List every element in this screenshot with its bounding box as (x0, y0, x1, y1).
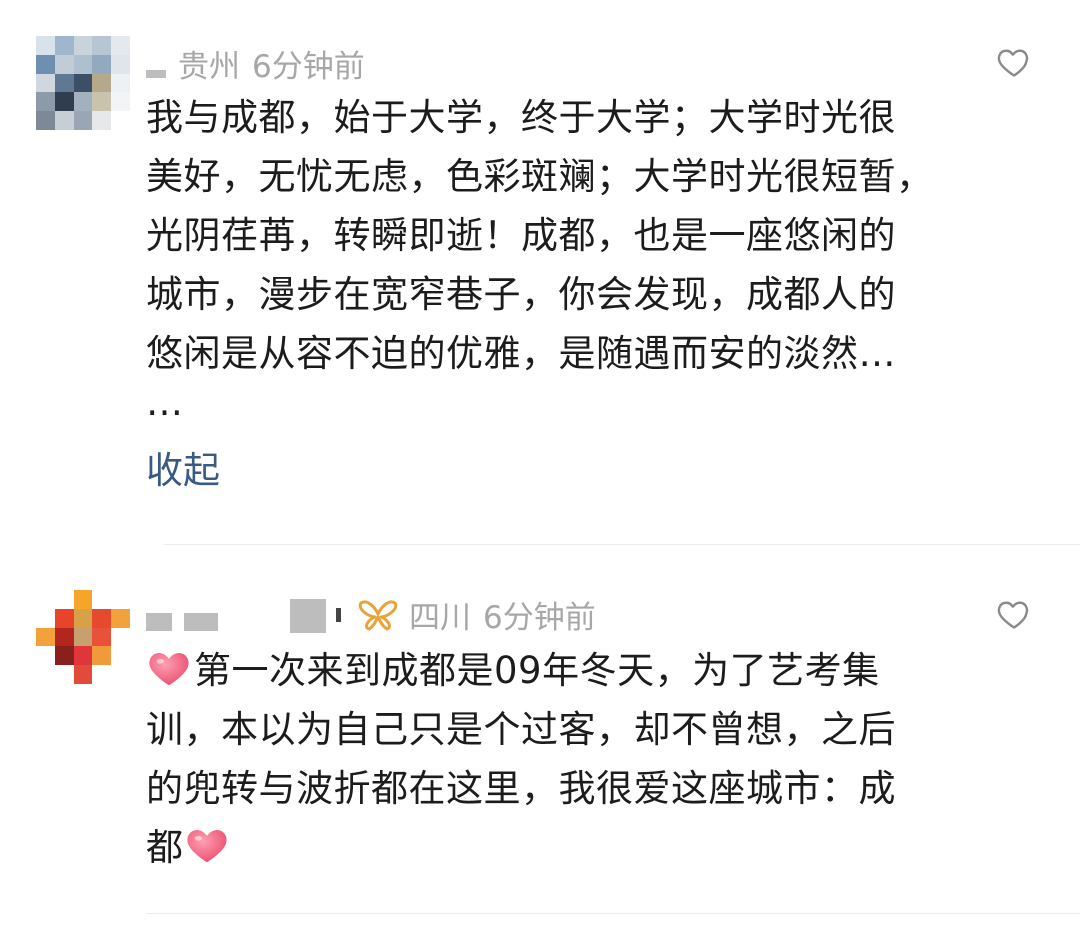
blurred-username (146, 70, 166, 78)
comment-line: 光阴荏苒，转瞬即逝！成都，也是一座悠闲的 (146, 214, 896, 257)
blurred-username (146, 613, 172, 631)
comment-line: 第一次来到成都是09年冬天，为了艺考集 (146, 641, 1016, 700)
comment-line: 美好，无忧无虑，色彩斑斓；大学时光很短暂， (146, 155, 934, 198)
comment-line-text: 第一次来到成都是09年冬天，为了艺考集 (194, 649, 880, 692)
comment-line: 都 (146, 818, 1016, 877)
comment-line-text: 都 (146, 826, 184, 869)
comment-line: 悠闲是从容不迫的优雅，是随遇而安的淡然… (146, 332, 896, 375)
comment-line: 训，本以为自己只是个过客，却不曾想，之后 (146, 708, 896, 751)
region-label: 四川 (409, 599, 471, 636)
like-heart-icon[interactable] (996, 44, 1032, 80)
comment-meta: 贵州 6分钟前 (146, 38, 365, 88)
blurred-username (184, 613, 218, 631)
region-label: 贵州 (178, 48, 240, 85)
pink-heart-emoji-icon (149, 653, 189, 686)
blurred-username (336, 608, 341, 622)
collapse-link[interactable]: 收起 (146, 440, 220, 494)
comment-meta: 四川 6分钟前 (146, 589, 596, 639)
avatar[interactable] (36, 590, 130, 684)
divider (164, 544, 1080, 545)
avatar[interactable] (36, 36, 130, 130)
timestamp: 6分钟前 (483, 599, 596, 636)
ribbon-badge-icon (358, 600, 398, 631)
like-heart-icon[interactable] (996, 596, 1032, 632)
comment-text: 第一次来到成都是09年冬天，为了艺考集 训，本以为自己只是个过客，却不曾想，之后… (146, 641, 1016, 877)
comment-line: … (146, 381, 184, 424)
comment-line: 的兜转与波折都在这里，我很爱这座城市：成 (146, 767, 896, 810)
blurred-username (290, 599, 326, 633)
comment-line: 我与成都，始于大学，终于大学；大学时光很 (146, 96, 896, 139)
timestamp: 6分钟前 (252, 48, 365, 85)
pink-heart-emoji-icon (186, 830, 227, 863)
comment-text: 我与成都，始于大学，终于大学；大学时光很 美好，无忧无虑，色彩斑斓；大学时光很短… (146, 88, 1016, 431)
comment-line: 城市，漫步在宽窄巷子，你会发现，成都人的 (146, 273, 896, 316)
divider (146, 913, 1080, 914)
